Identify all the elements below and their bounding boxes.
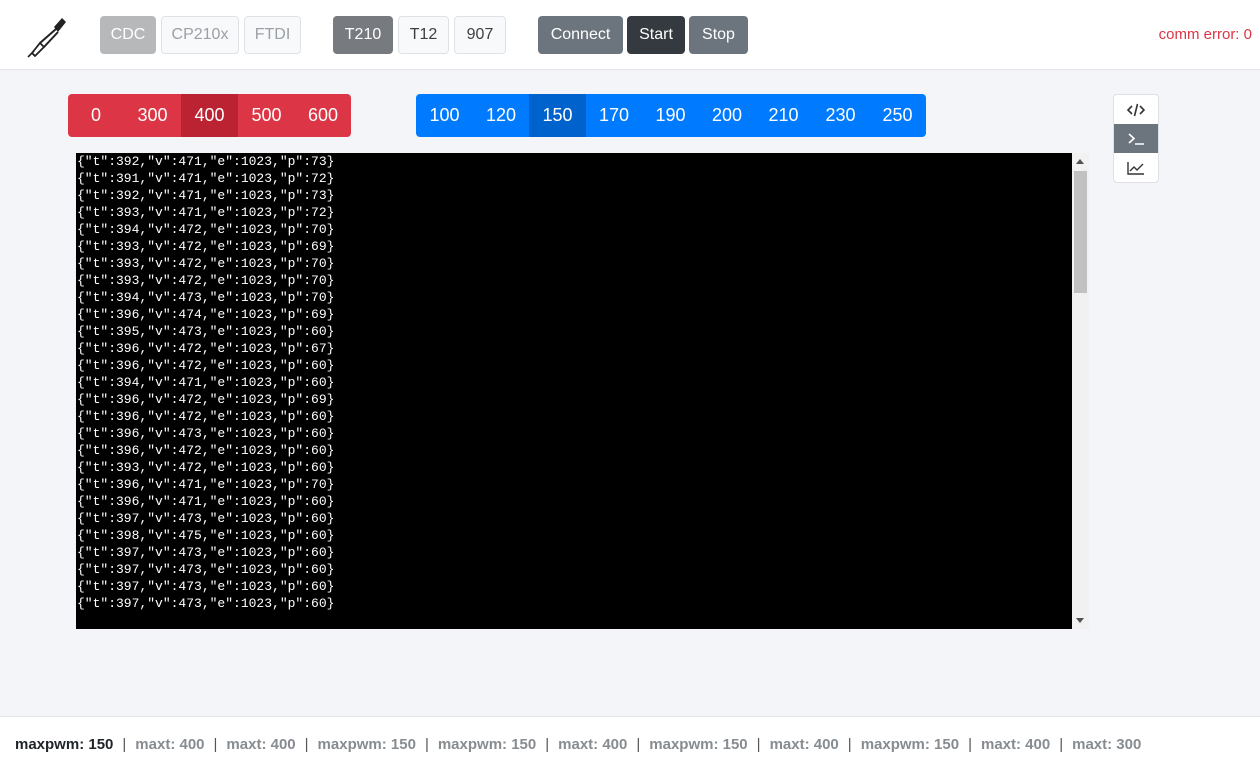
console-line: {"t":392,"v":471,"e":1023,"p":73} [77,154,335,169]
temp-option[interactable]: 0 [68,94,124,137]
console-line: {"t":393,"v":472,"e":1023,"p":70} [77,273,335,288]
temp-option[interactable]: 600 [295,94,351,137]
footer-status-item: maxt: 400 [769,736,839,753]
code-view-button[interactable] [1114,95,1158,124]
stop-button[interactable]: Stop [689,16,748,54]
tip-907-button[interactable]: 907 [454,16,506,54]
start-button[interactable]: Start [627,16,685,54]
console-line: {"t":395,"v":473,"e":1023,"p":60} [77,324,335,339]
terminal-view-button[interactable] [1114,124,1158,153]
footer-status-item: maxpwm: 150 [317,736,416,753]
console-line: {"t":393,"v":472,"e":1023,"p":60} [77,460,335,475]
driver-ftdi-button[interactable]: FTDI [244,16,301,54]
pwm-option[interactable]: 250 [869,94,926,137]
console-line: {"t":391,"v":471,"e":1023,"p":72} [77,171,335,186]
footer-status-item: maxpwm: 150 [860,736,960,753]
status-footer: maxpwm: 150 | maxt: 400 | maxt: 400 | maxpwm: … [0,716,1260,772]
console-line: {"t":396,"v":472,"e":1023,"p":60} [77,409,335,424]
footer-separator: | [968,736,972,753]
pwm-option[interactable]: 200 [699,94,755,137]
view-toggle-group [1113,94,1159,183]
chart-line-icon [1127,161,1144,175]
console-line: {"t":392,"v":471,"e":1023,"p":73} [77,188,335,203]
console-line: {"t":396,"v":472,"e":1023,"p":69} [77,392,335,407]
pwm-option[interactable]: 230 [812,94,869,137]
console-line: {"t":397,"v":473,"e":1023,"p":60} [77,579,335,594]
temp-option[interactable]: 300 [124,94,181,137]
footer-separator: | [1059,736,1064,753]
pwm-option[interactable]: 210 [755,94,812,137]
footer-separator: | [847,736,852,753]
scroll-up-icon[interactable] [1076,159,1084,164]
footer-status-item: maxt: 400 [980,736,1051,753]
footer-status-item: maxpwm: 150 [649,736,748,753]
footer-separator: | [122,736,127,753]
footer-separator: | [213,736,218,753]
console-line: {"t":396,"v":472,"e":1023,"p":60} [77,358,335,373]
footer-status-item: maxt: 400 [558,736,628,753]
pwm-selector: 100 120 150 170 190 200 210 230 250 [416,94,926,137]
console-line: {"t":396,"v":471,"e":1023,"p":70} [77,477,335,492]
footer-separator: | [304,736,309,753]
temp-option[interactable]: 400 [181,94,238,137]
temperature-selector: 0 300 400 500 600 [68,94,351,137]
footer-separator: | [545,736,550,753]
temp-option[interactable]: 500 [238,94,295,137]
console-line: {"t":396,"v":474,"e":1023,"p":69} [77,307,335,322]
console-scrollbar[interactable] [1072,153,1089,629]
terminal-icon [1128,132,1144,145]
scroll-down-icon[interactable] [1076,618,1084,623]
console-line: {"t":394,"v":472,"e":1023,"p":70} [77,222,335,237]
top-bar: CDC CP210x FTDI T210 T12 907 Connect Sta… [0,0,1260,70]
pwm-option[interactable]: 170 [586,94,642,137]
footer-separator: | [756,736,761,753]
driver-cdc-button[interactable]: CDC [100,16,156,54]
pwm-option[interactable]: 190 [642,94,699,137]
console-line: {"t":398,"v":475,"e":1023,"p":60} [77,528,335,543]
footer-status-item: maxt: 300 [1072,736,1142,753]
driver-cp210x-button[interactable]: CP210x [161,16,239,54]
footer-status-item: maxpwm: 150 [15,736,114,753]
soldering-iron-icon [27,18,66,58]
footer-status-item: maxpwm: 150 [437,736,537,753]
console-line: {"t":396,"v":472,"e":1023,"p":67} [77,341,335,356]
console-line: {"t":393,"v":471,"e":1023,"p":72} [77,205,335,220]
comm-error-status: comm error: 0 [1158,26,1252,43]
console-line: {"t":394,"v":473,"e":1023,"p":70} [77,290,335,305]
tip-t12-button[interactable]: T12 [398,16,449,54]
console-line: {"t":397,"v":473,"e":1023,"p":60} [77,596,335,611]
chart-view-button[interactable] [1114,153,1158,182]
pwm-option[interactable]: 120 [473,94,529,137]
footer-separator: | [424,736,429,753]
serial-console[interactable]: {"t":392,"v":471,"e":1023,"p":73} {"t":39… [76,153,1072,629]
footer-status-item: maxt: 400 [226,736,296,753]
console-line: {"t":393,"v":472,"e":1023,"p":69} [77,239,335,254]
console-line: {"t":397,"v":473,"e":1023,"p":60} [77,511,335,526]
connect-button[interactable]: Connect [538,16,623,54]
scroll-thumb[interactable] [1074,171,1087,293]
console-line: {"t":396,"v":471,"e":1023,"p":60} [77,494,335,509]
console-line: {"t":393,"v":472,"e":1023,"p":70} [77,256,335,271]
footer-separator: | [636,736,641,753]
console-line: {"t":396,"v":472,"e":1023,"p":60} [77,443,335,458]
pwm-option[interactable]: 100 [416,94,473,137]
tip-t210-button[interactable]: T210 [333,16,393,54]
pwm-option[interactable]: 150 [529,94,586,137]
console-line: {"t":394,"v":471,"e":1023,"p":60} [77,375,335,390]
console-line: {"t":396,"v":473,"e":1023,"p":60} [77,426,335,441]
console-line: {"t":397,"v":473,"e":1023,"p":60} [77,562,335,577]
console-line: {"t":397,"v":473,"e":1023,"p":60} [77,545,335,560]
footer-status-item: maxt: 400 [135,736,205,753]
code-icon [1126,103,1146,116]
